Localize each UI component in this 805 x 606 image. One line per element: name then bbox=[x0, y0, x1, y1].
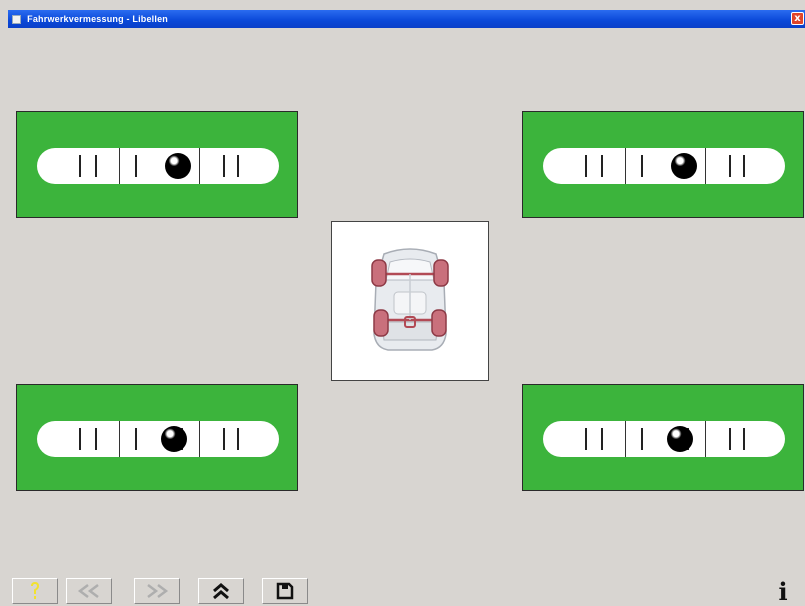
car-icon bbox=[371, 248, 449, 351]
double-up-chevron-icon bbox=[213, 583, 229, 600]
level-tick bbox=[641, 428, 643, 450]
level-tick bbox=[705, 421, 706, 457]
level-tick bbox=[223, 428, 225, 450]
level-tick bbox=[625, 148, 626, 184]
level-tick bbox=[135, 155, 137, 177]
level-tick bbox=[119, 421, 120, 457]
save-button[interactable] bbox=[262, 578, 308, 604]
level-panel-rear-left bbox=[16, 384, 298, 491]
level-tick bbox=[743, 428, 745, 450]
spirit-level-front-left bbox=[37, 148, 279, 184]
level-tick bbox=[601, 428, 603, 450]
level-tick bbox=[95, 155, 97, 177]
double-left-chevron-icon bbox=[77, 584, 99, 598]
double-right-chevron-icon bbox=[147, 584, 169, 598]
level-tick bbox=[79, 155, 81, 177]
level-tick bbox=[585, 155, 587, 177]
close-button[interactable]: x bbox=[791, 12, 804, 25]
level-tick bbox=[199, 421, 200, 457]
info-icon: i bbox=[778, 576, 788, 606]
level-tick bbox=[743, 155, 745, 177]
disk-icon bbox=[276, 582, 294, 600]
level-tick bbox=[705, 148, 706, 184]
level-tick bbox=[119, 148, 120, 184]
level-bubble bbox=[164, 153, 191, 179]
level-panel-rear-right bbox=[522, 384, 804, 491]
forward-button[interactable] bbox=[134, 578, 180, 604]
bottom-toolbar: i bbox=[8, 576, 805, 606]
level-panel-front-right bbox=[522, 111, 804, 218]
level-bubble bbox=[670, 153, 697, 179]
spirit-level-rear-left bbox=[37, 421, 279, 457]
level-bubble bbox=[667, 426, 694, 452]
level-tick bbox=[237, 428, 239, 450]
level-tick bbox=[237, 155, 239, 177]
level-tick bbox=[729, 155, 731, 177]
back-button[interactable] bbox=[66, 578, 112, 604]
main-area bbox=[8, 28, 805, 576]
level-tick bbox=[135, 428, 137, 450]
info-button[interactable]: i bbox=[767, 576, 799, 606]
help-icon bbox=[31, 582, 39, 599]
level-tick bbox=[729, 428, 731, 450]
help-button[interactable] bbox=[12, 578, 58, 604]
vehicle-diagram bbox=[331, 221, 489, 381]
window-title: Fahrwerkvermessung - Libellen bbox=[27, 14, 168, 24]
level-tick bbox=[95, 428, 97, 450]
level-tick bbox=[625, 421, 626, 457]
level-bubble bbox=[161, 426, 188, 452]
home-button[interactable] bbox=[198, 578, 244, 604]
level-tick bbox=[223, 155, 225, 177]
app-icon bbox=[12, 15, 21, 24]
level-tick bbox=[199, 148, 200, 184]
spirit-level-front-right bbox=[543, 148, 785, 184]
window-titlebar: Fahrwerkvermessung - Libellen x bbox=[8, 10, 805, 28]
level-tick bbox=[585, 428, 587, 450]
spirit-level-rear-right bbox=[543, 421, 785, 457]
level-panel-front-left bbox=[16, 111, 298, 218]
level-tick bbox=[601, 155, 603, 177]
level-tick bbox=[641, 155, 643, 177]
level-tick bbox=[79, 428, 81, 450]
